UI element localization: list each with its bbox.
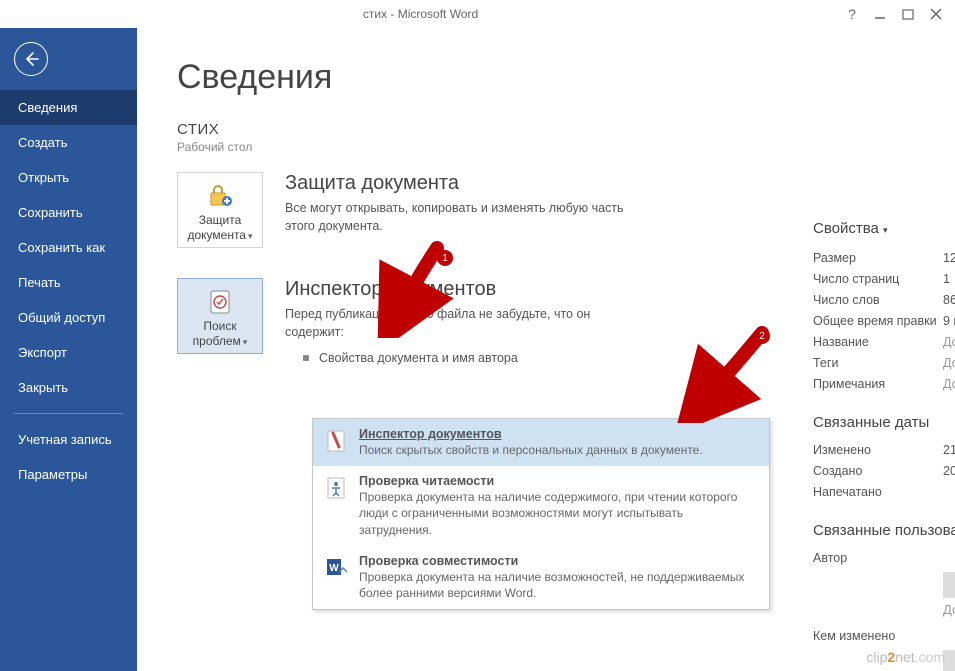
nav-export[interactable]: Экспорт [0,335,137,370]
check-issues-label: Поиск проблем [193,319,241,348]
annotation-badge-1: 1 [437,250,453,266]
add-author[interactable]: Добавить ав... [943,602,955,617]
dropdown-compatibility[interactable]: W Проверка совместимости Проверка докуме… [313,546,769,609]
dropdown-inspector[interactable]: Инспектор документов Поиск скрытых свойс… [313,419,769,466]
date-label: Напечатано [813,485,943,499]
users-header: Связанные пользователи [813,522,955,539]
author-label: Автор [813,551,943,565]
avatar-icon [943,572,955,598]
property-row: Число слов86 [813,289,955,310]
changed-by-label: Кем изменено [813,629,943,643]
chevron-down-icon: ▾ [248,231,253,241]
property-value: 86 [943,293,955,307]
date-row: Изменено21.11.2014 12:08 [813,439,955,460]
nav-info[interactable]: Сведения [0,90,137,125]
check-issues-tile[interactable]: Поиск проблем▾ [177,278,263,354]
dropdown-accessibility-desc: Проверка документа на наличие содержимог… [359,489,759,538]
property-value[interactable]: Добавить пр... [943,377,955,391]
svg-text:W: W [329,563,339,574]
protect-desc: Все могут открывать, копировать и изменя… [285,199,645,235]
close-button[interactable] [925,3,947,25]
inspector-icon [323,427,349,458]
property-row: ПримечанияДобавить пр... [813,373,955,394]
property-row: НазваниеДобавить наз... [813,331,955,352]
protect-heading: Защита документа [285,172,645,195]
date-value: 21.11.2014 12:08 [943,443,955,457]
page-title: Сведения [177,58,927,97]
property-value[interactable]: Добавьте тег [943,356,955,370]
property-row: Размер12,0Кбайт [813,247,955,268]
property-label: Размер [813,251,943,265]
property-row: ТегиДобавьте тег [813,352,955,373]
property-value: 1 [943,272,950,286]
property-value[interactable]: Добавить наз... [943,335,955,349]
backstage-sidebar: Сведения Создать Открыть Сохранить Сохра… [0,28,137,671]
property-value: 12,0Кбайт [943,251,955,265]
properties-header[interactable]: Свойства ▾ [813,220,955,237]
compatibility-icon: W [323,554,349,601]
date-label: Создано [813,464,943,478]
property-value: 9 мин [943,314,955,328]
dropdown-inspector-desc: Поиск скрытых свойств и персональных дан… [359,442,759,458]
dropdown-inspector-title: Инспектор документов [359,427,759,441]
nav-new[interactable]: Создать [0,125,137,160]
nav-options[interactable]: Параметры [0,457,137,492]
nav-close[interactable]: Закрыть [0,370,137,405]
document-name: СТИХ [177,121,927,138]
author-entry[interactable]: Admin [943,572,955,598]
inspect-desc: Перед публикацией этого файла не забудьт… [285,305,645,341]
protect-tile-label: Защита документа [187,213,246,242]
back-arrow-icon [22,50,40,68]
inspect-bullet: Свойства документа и имя автора [319,349,518,367]
check-issues-icon [182,285,258,319]
restore-button[interactable] [897,3,919,25]
minimize-button[interactable] [869,3,891,25]
property-label: Общее время правки [813,314,943,328]
window-title: стих - Microsoft Word [0,7,841,21]
date-row: Создано20.11.2014 17:56 [813,460,955,481]
property-label: Примечания [813,377,943,391]
help-button[interactable]: ? [841,3,863,25]
back-button[interactable] [14,42,48,76]
nav-divider [14,413,123,414]
property-row: Число страниц1 [813,268,955,289]
lock-icon [182,179,258,213]
inspect-heading: Инспектор документов [285,278,645,301]
nav-open[interactable]: Открыть [0,160,137,195]
property-label: Теги [813,356,943,370]
date-value: 20.11.2014 17:56 [943,464,955,478]
check-issues-dropdown: Инспектор документов Поиск скрытых свойс… [312,418,770,610]
property-row: Общее время правки9 мин [813,310,955,331]
nav-save-as[interactable]: Сохранить как [0,230,137,265]
dropdown-compatibility-desc: Проверка документа на наличие возможност… [359,569,759,601]
nav-save[interactable]: Сохранить [0,195,137,230]
date-row: Напечатано [813,481,955,502]
dropdown-compatibility-title: Проверка совместимости [359,554,759,568]
accessibility-icon [323,474,349,538]
dropdown-accessibility[interactable]: Проверка читаемости Проверка документа н… [313,466,769,546]
dropdown-accessibility-title: Проверка читаемости [359,474,759,488]
property-label: Число страниц [813,272,943,286]
property-label: Число слов [813,293,943,307]
bullet-icon [303,355,309,361]
nav-share[interactable]: Общий доступ [0,300,137,335]
protect-document-tile[interactable]: Защита документа▾ [177,172,263,248]
date-label: Изменено [813,443,943,457]
chevron-down-icon: ▾ [883,225,888,235]
chevron-down-icon: ▾ [243,337,248,347]
nav-account[interactable]: Учетная запись [0,422,137,457]
dates-header: Связанные даты [813,414,955,431]
document-location: Рабочий стол [177,140,927,154]
property-label: Название [813,335,943,349]
nav-print[interactable]: Печать [0,265,137,300]
watermark: clip2net.com [866,649,945,665]
